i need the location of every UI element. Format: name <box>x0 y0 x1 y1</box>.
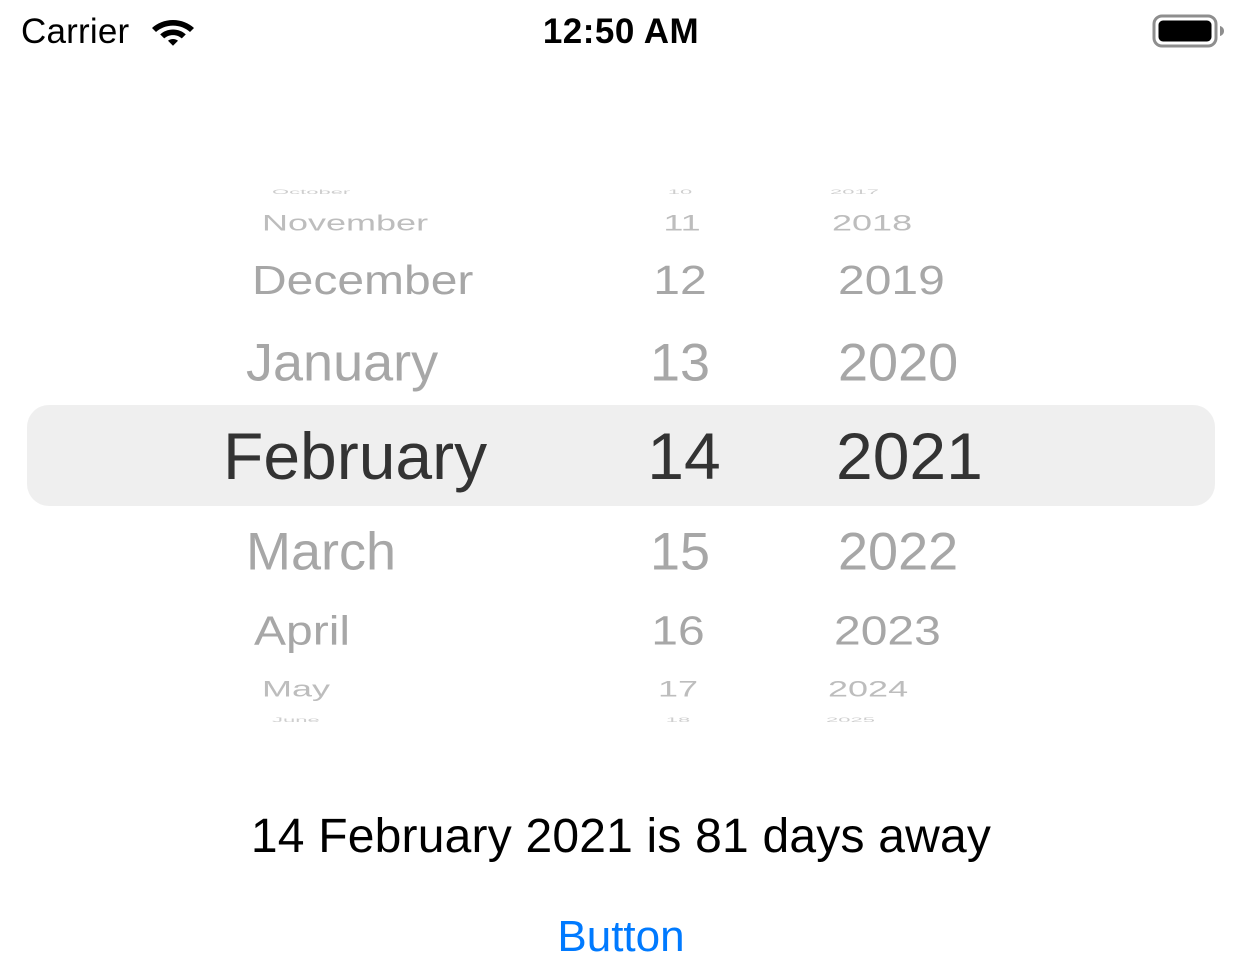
picker-year-option[interactable]: 2020 <box>838 337 958 389</box>
picker-day-option[interactable]: 12 <box>620 260 740 302</box>
picker-year-option[interactable]: 2024 <box>828 678 908 700</box>
picker-year-option[interactable]: 2019 <box>838 260 945 302</box>
picker-wheels[interactable]: October 10 2017 November 11 2018 December 12 201… <box>0 170 1242 730</box>
picker-day-option[interactable]: 10 <box>620 189 740 196</box>
picker-year-option[interactable]: 2023 <box>834 611 941 653</box>
picker-month-option[interactable]: April <box>254 611 350 653</box>
picker-day-option[interactable]: 13 <box>620 337 740 389</box>
picker-day-option[interactable]: 11 <box>622 212 742 234</box>
picker-year-option[interactable]: 2017 <box>830 189 879 196</box>
picker-month-option[interactable]: December <box>252 260 473 302</box>
status-time: 12:50 AM <box>542 12 700 51</box>
battery-full-icon <box>1152 13 1226 49</box>
picker-day-option[interactable]: 18 <box>618 717 738 724</box>
picker-month-option[interactable]: January <box>246 337 438 389</box>
days-away-label: 14 February 2021 is 81 days away <box>250 810 992 863</box>
picker-day-selected[interactable]: 14 <box>624 423 744 489</box>
picker-month-selected[interactable]: February <box>223 423 487 489</box>
picker-year-option[interactable]: 2018 <box>832 212 912 234</box>
picker-month-option[interactable]: May <box>262 678 330 700</box>
picker-day-option[interactable]: 15 <box>620 526 740 578</box>
action-button[interactable]: Button <box>521 905 721 969</box>
picker-month-option[interactable]: October <box>272 189 350 196</box>
picker-year-option[interactable]: 2025 <box>826 717 875 724</box>
picker-day-option[interactable]: 17 <box>618 678 738 700</box>
picker-year-selected[interactable]: 2021 <box>836 423 983 489</box>
picker-month-option[interactable]: March <box>246 526 396 578</box>
status-bar: Carrier 12:50 AM <box>0 0 1242 64</box>
date-picker[interactable]: October 10 2017 November 11 2018 December 12 201… <box>0 170 1242 730</box>
picker-year-option[interactable]: 2022 <box>838 526 958 578</box>
picker-month-option[interactable]: November <box>262 212 428 234</box>
picker-month-option[interactable]: June <box>272 717 320 724</box>
picker-day-option[interactable]: 16 <box>618 611 738 653</box>
